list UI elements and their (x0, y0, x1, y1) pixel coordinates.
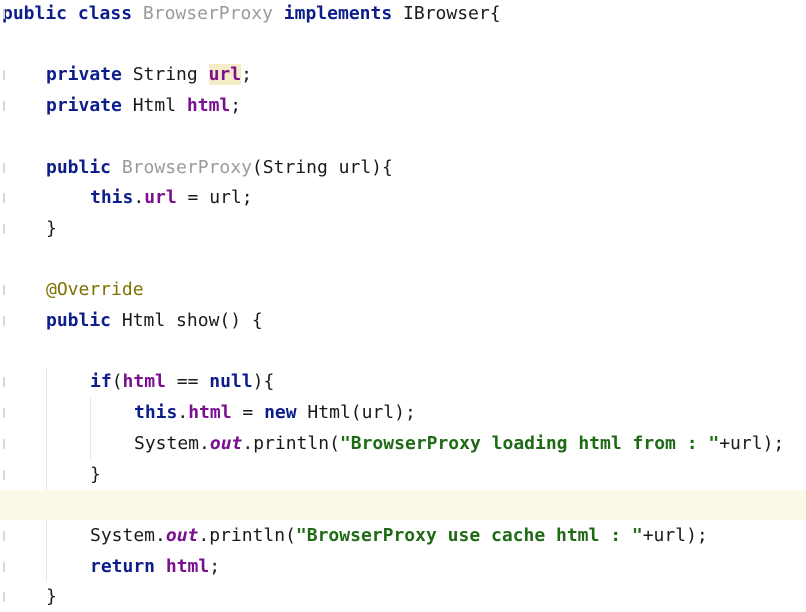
gutter-marker (3, 408, 5, 419)
gutter-marker (3, 592, 5, 603)
gutter-marker (3, 438, 5, 449)
code-token: html (165, 555, 210, 577)
code-token: : " (599, 524, 643, 546)
code-line[interactable]: private Html html; (0, 91, 806, 121)
gutter-marker (3, 469, 5, 480)
code-token: return (90, 555, 156, 577)
code-token: if (90, 371, 112, 393)
code-token: ; (241, 64, 252, 86)
gutter-marker (3, 377, 5, 388)
code-token: +url); (719, 432, 785, 454)
code-token: private (46, 95, 122, 117)
code-token: IBrowser{ (403, 3, 501, 24)
code-token: Html (121, 95, 187, 117)
code-line[interactable] (0, 30, 806, 60)
code-token: (String url){ (251, 156, 393, 178)
code-token: .println( (198, 524, 296, 546)
code-token: public (2, 3, 68, 24)
code-line[interactable] (0, 245, 806, 275)
gutter-marker (3, 162, 5, 173)
code-token: public (46, 310, 112, 331)
code-token: @Override (46, 279, 144, 301)
code-token: .println( (242, 432, 340, 454)
code-line[interactable]: System.out.println("BrowserProxy loading… (0, 429, 806, 459)
gutter-marker (3, 193, 5, 204)
code-token: ; (209, 555, 221, 577)
code-token: "BrowserProxy use cache html (295, 524, 600, 546)
gutter-marker (3, 70, 5, 81)
gutter-marker (3, 285, 5, 296)
code-token: ){ (252, 371, 275, 393)
gutter-marker (3, 101, 5, 112)
code-line[interactable]: if(html == null){ (0, 367, 806, 397)
code-token: private (46, 64, 122, 86)
code-line[interactable]: public class BrowserProxy implements IBr… (0, 0, 806, 29)
code-token: public (46, 156, 112, 178)
code-token: ; (230, 95, 242, 117)
code-editor[interactable]: public class BrowserProxy implements IBr… (0, 0, 806, 607)
code-token: System. (90, 524, 166, 546)
gutter-marker (3, 316, 5, 326)
code-token: +url); (642, 524, 708, 546)
gutter-marker (3, 530, 5, 541)
code-token: url (208, 64, 242, 86)
code-token: this (134, 402, 178, 424)
code-token: . (177, 402, 189, 424)
code-token: null (209, 371, 253, 393)
code-line[interactable]: System.out.println("BrowserProxy use cac… (0, 521, 806, 551)
code-token: = (231, 402, 265, 424)
code-token: Html show() { (111, 310, 263, 331)
code-token: out (209, 432, 243, 454)
code-line[interactable]: return html; (0, 552, 806, 582)
code-token: . (133, 187, 145, 209)
code-line[interactable]: this.html = new Html(url); (0, 398, 806, 428)
code-line[interactable] (0, 490, 806, 521)
code-line[interactable] (0, 122, 806, 152)
code-token: "BrowserProxy loading html from : " (339, 432, 720, 454)
code-token: class (77, 3, 133, 24)
code-token: html (122, 371, 166, 393)
code-token: System. (134, 432, 210, 454)
code-line[interactable]: this.url = url; (0, 183, 806, 213)
code-token: out (165, 524, 199, 546)
code-token: implements (283, 3, 393, 24)
code-token: Html(url); (296, 402, 416, 424)
code-token: BrowserProxy (142, 3, 273, 24)
code-token: BrowserProxy (121, 156, 252, 178)
code-line[interactable]: } (0, 582, 806, 612)
code-token: = url; (176, 187, 253, 209)
code-line[interactable]: @Override (0, 275, 806, 305)
code-line[interactable]: } (0, 214, 806, 244)
code-line[interactable]: public Html show() { (0, 306, 806, 336)
code-line[interactable] (0, 337, 806, 367)
code-line[interactable]: } (0, 460, 806, 490)
code-token: } (46, 586, 57, 608)
code-line[interactable]: public BrowserProxy(String url){ (0, 153, 806, 183)
code-token: ( (111, 371, 123, 393)
gutter-marker (3, 561, 5, 572)
code-token: } (90, 463, 101, 485)
code-token: html (188, 402, 232, 424)
code-line[interactable]: private String url; (0, 60, 806, 90)
gutter-marker (3, 9, 5, 19)
code-token: html (186, 95, 231, 117)
code-token: new (264, 402, 297, 424)
gutter-marker (3, 223, 5, 234)
code-token: } (46, 217, 57, 239)
code-token: String (121, 64, 209, 86)
code-token: this (90, 187, 134, 209)
code-token: url (144, 187, 177, 209)
code-token: == (165, 371, 210, 393)
